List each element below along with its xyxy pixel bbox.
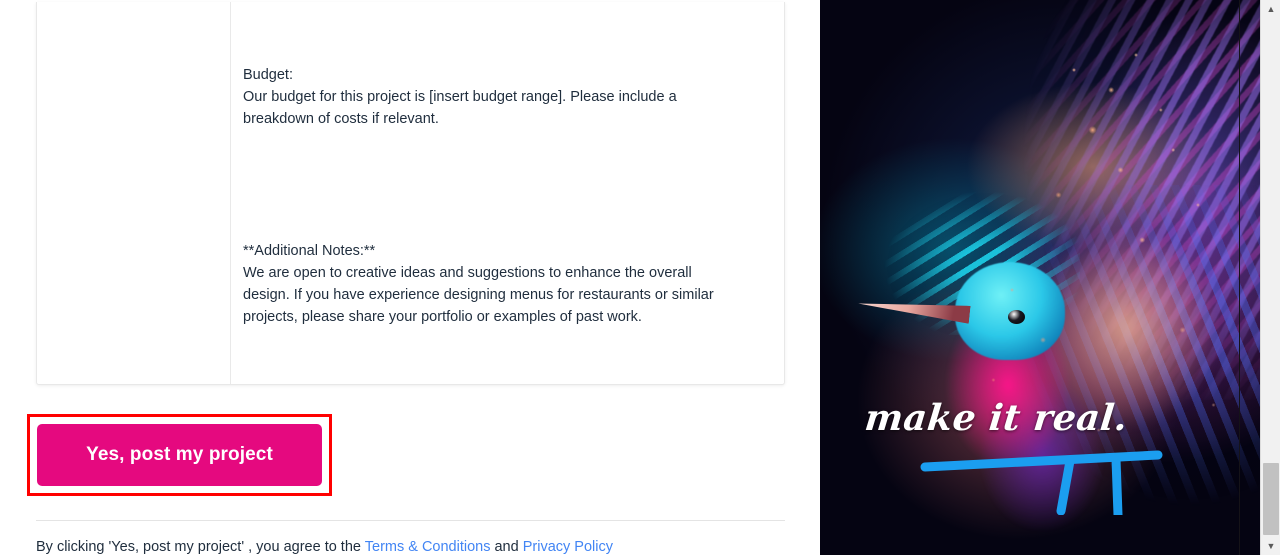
- footer-divider: [36, 520, 785, 521]
- terms-and-conditions-link[interactable]: Terms & Conditions: [365, 539, 491, 555]
- scroll-up-arrow-icon[interactable]: ▲: [1261, 0, 1280, 18]
- agreement-prefix: By clicking 'Yes, post my project' , you…: [36, 539, 365, 555]
- terms-agreement-text: By clicking 'Yes, post my project' , you…: [36, 538, 613, 555]
- description-paragraph-budget: Budget: Our budget for this project is […: [243, 67, 677, 127]
- content-pane: Budget: Our budget for this project is […: [0, 0, 820, 555]
- card-sidebar-column: [37, 2, 231, 384]
- scrollbar-thumb[interactable]: [1263, 463, 1279, 535]
- description-paragraph-notes: **Additional Notes:** We are open to cre…: [243, 243, 714, 325]
- advertisement-panel[interactable]: make it real.: [820, 0, 1260, 555]
- project-description: Budget: Our budget for this project is […: [243, 20, 762, 384]
- hummingbird-artwork: [820, 0, 1260, 555]
- cta-highlight-box: Yes, post my project: [27, 414, 332, 496]
- card-body-column: Budget: Our budget for this project is […: [231, 2, 784, 384]
- page-scrollbar[interactable]: ▲ ▼: [1260, 0, 1280, 555]
- privacy-policy-link[interactable]: Privacy Policy: [523, 539, 613, 555]
- post-project-button[interactable]: Yes, post my project: [37, 424, 322, 486]
- particle-spray: [950, 30, 1260, 530]
- ad-right-edge: [1239, 0, 1240, 555]
- scroll-down-arrow-icon[interactable]: ▼: [1261, 537, 1280, 555]
- agreement-conjunction: and: [490, 539, 523, 555]
- project-detail-card: Budget: Our budget for this project is […: [36, 2, 785, 385]
